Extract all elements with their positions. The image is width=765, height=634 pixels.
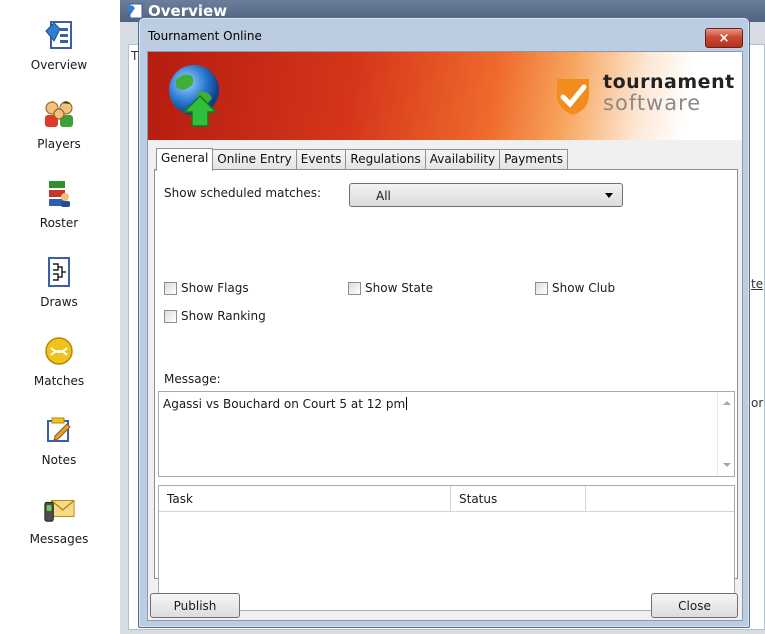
grid-header: Task Status [159,486,734,512]
close-button[interactable]: Close [651,593,738,618]
sidebar-item-roster[interactable]: Roster [0,158,118,236]
tournament-online-dialog: Tournament Online × tournament software … [138,17,750,628]
sidebar-item-notes[interactable]: Notes [0,395,118,473]
show-club-checkbox[interactable]: Show Club [535,281,615,295]
sidebar-item-label: Notes [41,453,77,467]
sidebar-item-label: Draws [40,295,78,309]
background-text-fragment: or [751,396,764,410]
tab-bar: General Online Entry Events Regulations … [156,148,568,171]
messages-icon [42,492,76,526]
text-caret [406,397,408,410]
checkbox-label: Show Club [552,281,616,295]
scroll-up-icon[interactable] [723,401,731,405]
checkbox-label: Show Flags [181,281,249,295]
show-state-checkbox[interactable]: Show State [348,281,433,295]
message-text: Agassi vs Bouchard on Court 5 at 12 pm [163,397,408,411]
sidebar-item-label: Messages [29,532,89,546]
dropdown-value: All [376,189,391,203]
checkbox-box[interactable] [535,281,548,295]
dialog-body: tournament software General Online Entry… [147,51,743,621]
column-header-status[interactable]: Status [451,486,586,512]
message-textarea[interactable]: Agassi vs Bouchard on Court 5 at 12 pm [158,391,735,477]
show-flags-checkbox[interactable]: Show Flags [164,281,249,295]
sidebar-item-label: Overview [30,58,88,72]
message-value: Agassi vs Bouchard on Court 5 at 12 pm [163,397,406,411]
checkbox-box[interactable] [348,281,361,295]
chevron-down-icon [605,193,613,198]
sidebar-item-label: Players [37,137,81,151]
message-scrollbar[interactable] [717,392,734,476]
dialog-banner: tournament software [148,52,742,140]
publish-button[interactable]: Publish [150,593,240,618]
globe-upload-icon [164,62,228,133]
logo-text-line2: software [603,91,702,115]
roster-icon [42,176,76,210]
sidebar-item-matches[interactable]: Matches [0,316,118,394]
general-tab-panel: Show scheduled matches: All Show Flags S… [154,169,738,611]
dialog-title: Tournament Online [148,29,262,43]
tab-general[interactable]: General [156,148,214,171]
task-status-grid: Task Status [158,485,735,611]
sidebar-item-players[interactable]: Players [0,79,118,157]
column-header-task[interactable]: Task [159,486,451,512]
notes-icon [42,413,76,447]
sidebar-item-overview[interactable]: Overview [0,0,118,78]
logo-text-line1: tournament [603,71,735,93]
scheduled-matches-label: Show scheduled matches: [164,186,322,200]
shield-logo-icon [553,75,593,120]
sidebar-item-draws[interactable]: Draws [0,237,118,315]
sidebar: Overview Players Roster Draws Matches No… [0,0,118,634]
tab-availability[interactable]: Availability [424,149,501,170]
close-window-button[interactable]: × [705,28,743,48]
show-ranking-checkbox[interactable]: Show Ranking [164,309,266,323]
checkbox-box[interactable] [164,309,177,323]
scheduled-matches-dropdown[interactable]: All [349,183,623,207]
sidebar-item-label: Roster [39,216,79,230]
tab-events[interactable]: Events [295,149,347,170]
background-text-fragment: te [751,277,764,291]
tab-payments[interactable]: Payments [499,149,568,170]
sidebar-item-label: Matches [33,374,85,388]
sidebar-item-messages[interactable]: Messages [0,474,118,552]
message-label: Message: [164,372,221,386]
tab-regulations[interactable]: Regulations [345,149,426,170]
draws-icon [42,255,76,289]
matches-icon [42,334,76,368]
overview-icon [42,18,76,52]
tab-online-entry[interactable]: Online Entry [212,149,297,170]
scroll-down-icon[interactable] [723,463,731,467]
column-header-empty [586,486,734,512]
checkbox-box[interactable] [164,281,177,295]
checkbox-label: Show State [365,281,433,295]
checkbox-label: Show Ranking [181,309,266,323]
players-icon [42,97,76,131]
tournament-software-logo: tournament software [553,69,735,125]
